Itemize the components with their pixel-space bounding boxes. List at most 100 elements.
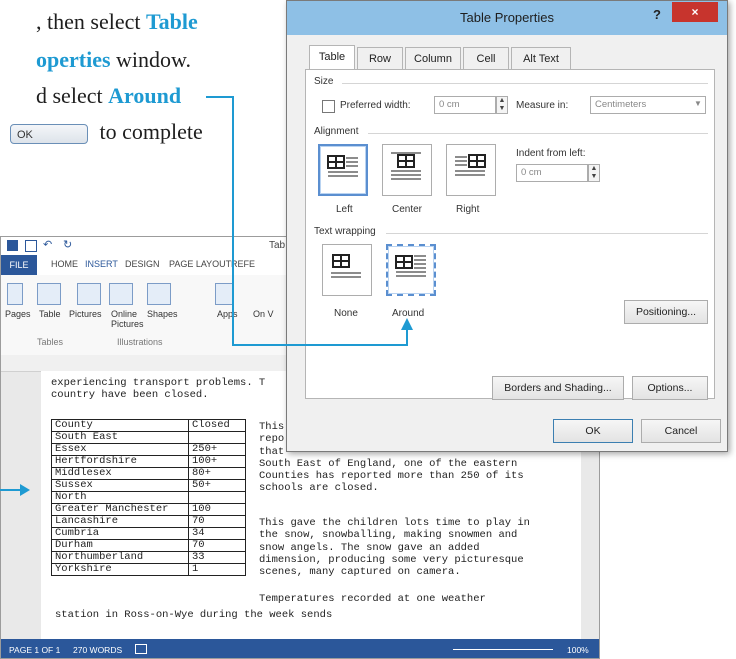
undo-icon[interactable]: ↶	[43, 238, 52, 251]
dialog-title-bar[interactable]: Table Properties ? ×	[287, 1, 727, 35]
align-left-label: Left	[336, 204, 353, 215]
help-button[interactable]: ?	[645, 5, 669, 25]
wrap-around-icon	[395, 255, 426, 277]
callout-line	[206, 96, 234, 98]
alignment-section-label: Alignment	[314, 126, 359, 137]
align-right-label: Right	[456, 204, 480, 215]
instruction-highlight: operties	[36, 47, 111, 72]
tab-row[interactable]: Row	[357, 47, 403, 69]
table-cell: 70	[188, 539, 246, 552]
side-text-3: Temperatures recorded at one weather	[259, 593, 486, 605]
table-cell	[188, 431, 246, 444]
instruction-line-3: d select Around	[36, 82, 181, 109]
size-section-label: Size	[314, 76, 334, 87]
redo-icon[interactable]: ↻	[63, 238, 72, 251]
align-right-option[interactable]	[446, 144, 496, 196]
instruction-line-1: , then select Table	[36, 8, 198, 35]
table-cell: Essex	[51, 443, 189, 456]
body-text-bottom: station in Ross-on-Wye during the week s…	[55, 609, 333, 621]
measure-in-select[interactable]: Centimeters	[590, 96, 706, 114]
table-cell: Lancashire	[51, 515, 189, 528]
table-cell: Yorkshire	[51, 563, 189, 576]
word-app-icon	[7, 240, 18, 251]
proofing-icon[interactable]	[135, 644, 147, 654]
table-cell: 1	[188, 563, 246, 576]
align-left-icon	[327, 155, 358, 177]
tab-cell[interactable]: Cell	[463, 47, 509, 69]
window-title: Tab	[269, 240, 286, 251]
ribbon-item-apps[interactable]: Apps	[217, 309, 238, 319]
table-properties-dialog: Table Properties ? × Table Row Column Ce…	[286, 0, 728, 452]
table-cell: Sussex	[51, 479, 189, 492]
table-row: Durham 70	[51, 539, 246, 552]
online-pictures-icon[interactable]	[109, 283, 133, 305]
table-cell: 250+	[188, 443, 246, 456]
ok-button[interactable]: OK	[553, 419, 633, 443]
cancel-button[interactable]: Cancel	[641, 419, 721, 443]
instruction-highlight: Around	[108, 83, 182, 108]
status-zoom[interactable]: 100%	[567, 645, 589, 655]
chevron-down-icon[interactable]: ▼	[694, 99, 702, 108]
options-button[interactable]: Options...	[632, 376, 708, 400]
status-bar: PAGE 1 OF 1 270 WORDS 100%	[1, 639, 599, 658]
pictures-icon[interactable]	[77, 283, 101, 305]
tab-references[interactable]: REFE	[231, 259, 255, 269]
table-row: Lancashire 70	[51, 515, 246, 528]
section-divider	[342, 83, 708, 84]
section-divider	[368, 133, 708, 134]
tab-file[interactable]: FILE	[1, 255, 37, 275]
table-cell: 50+	[188, 479, 246, 492]
table-cell: 70	[188, 515, 246, 528]
table-cell: Middlesex	[51, 467, 189, 480]
apps-icon[interactable]	[215, 283, 233, 305]
callout-line	[232, 96, 234, 346]
align-center-option[interactable]	[382, 144, 432, 196]
instruction-line-2: operties window.	[36, 46, 191, 73]
save-icon[interactable]	[25, 240, 37, 252]
table-cell: Hertfordshire	[51, 455, 189, 468]
pages-icon[interactable]	[7, 283, 23, 305]
ribbon-item-shapes[interactable]: Shapes	[147, 309, 178, 319]
tab-table[interactable]: Table	[309, 45, 355, 69]
tab-home[interactable]: HOME	[51, 259, 78, 269]
status-page[interactable]: PAGE 1 OF 1	[9, 645, 60, 655]
preferred-width-spinner[interactable]: ▲ ▼	[496, 96, 508, 114]
tab-alt-text[interactable]: Alt Text	[511, 47, 571, 69]
tab-design[interactable]: DESIGN	[125, 259, 160, 269]
preferred-width-field[interactable]: 0 cm	[434, 96, 496, 114]
ribbon-item-table[interactable]: Table	[39, 309, 61, 319]
table-cell: 100	[188, 503, 246, 516]
indent-from-left-field[interactable]: 0 cm	[516, 164, 588, 182]
indent-from-left-label: Indent from left:	[516, 148, 586, 159]
zoom-slider[interactable]	[453, 649, 553, 650]
table-icon[interactable]	[37, 283, 61, 305]
wrap-around-option[interactable]	[386, 244, 436, 296]
ribbon-item-pictures[interactable]: Pictures	[69, 309, 102, 319]
preferred-width-checkbox[interactable]	[322, 100, 335, 113]
tab-insert[interactable]: INSERT	[85, 259, 118, 269]
positioning-button[interactable]: Positioning...	[624, 300, 708, 324]
wrap-none-icon	[331, 254, 361, 278]
preferred-width-label: Preferred width:	[340, 100, 411, 111]
tab-page-layout[interactable]: PAGE LAYOUT	[169, 259, 231, 269]
close-button[interactable]: ×	[672, 2, 718, 22]
group-label-illustrations: Illustrations	[117, 337, 163, 347]
ribbon-item-online-video[interactable]: On V	[253, 309, 274, 319]
status-words[interactable]: 270 WORDS	[73, 645, 122, 655]
indent-from-left-spinner[interactable]: ▲ ▼	[588, 164, 600, 182]
table-row: Essex 250+	[51, 443, 246, 456]
side-text-2: This gave the children lots time to play…	[259, 517, 530, 579]
wrap-none-option[interactable]	[322, 244, 372, 296]
table-cell: County	[51, 419, 189, 432]
align-left-option[interactable]	[318, 144, 368, 196]
instruction-highlight: Table	[145, 9, 198, 34]
table-cell: Durham	[51, 539, 189, 552]
borders-and-shading-button[interactable]: Borders and Shading...	[492, 376, 624, 400]
tab-column[interactable]: Column	[405, 47, 461, 69]
table-tab-panel: Size Preferred width: 0 cm ▲ ▼ Measure in…	[305, 69, 715, 400]
shapes-icon[interactable]	[147, 283, 171, 305]
ribbon-item-pages[interactable]: Pages	[5, 309, 31, 319]
ribbon-item-online-pictures[interactable]: Online Pictures	[111, 309, 144, 329]
table-cell: Closed	[188, 419, 246, 432]
table-cell: South East	[51, 431, 189, 444]
